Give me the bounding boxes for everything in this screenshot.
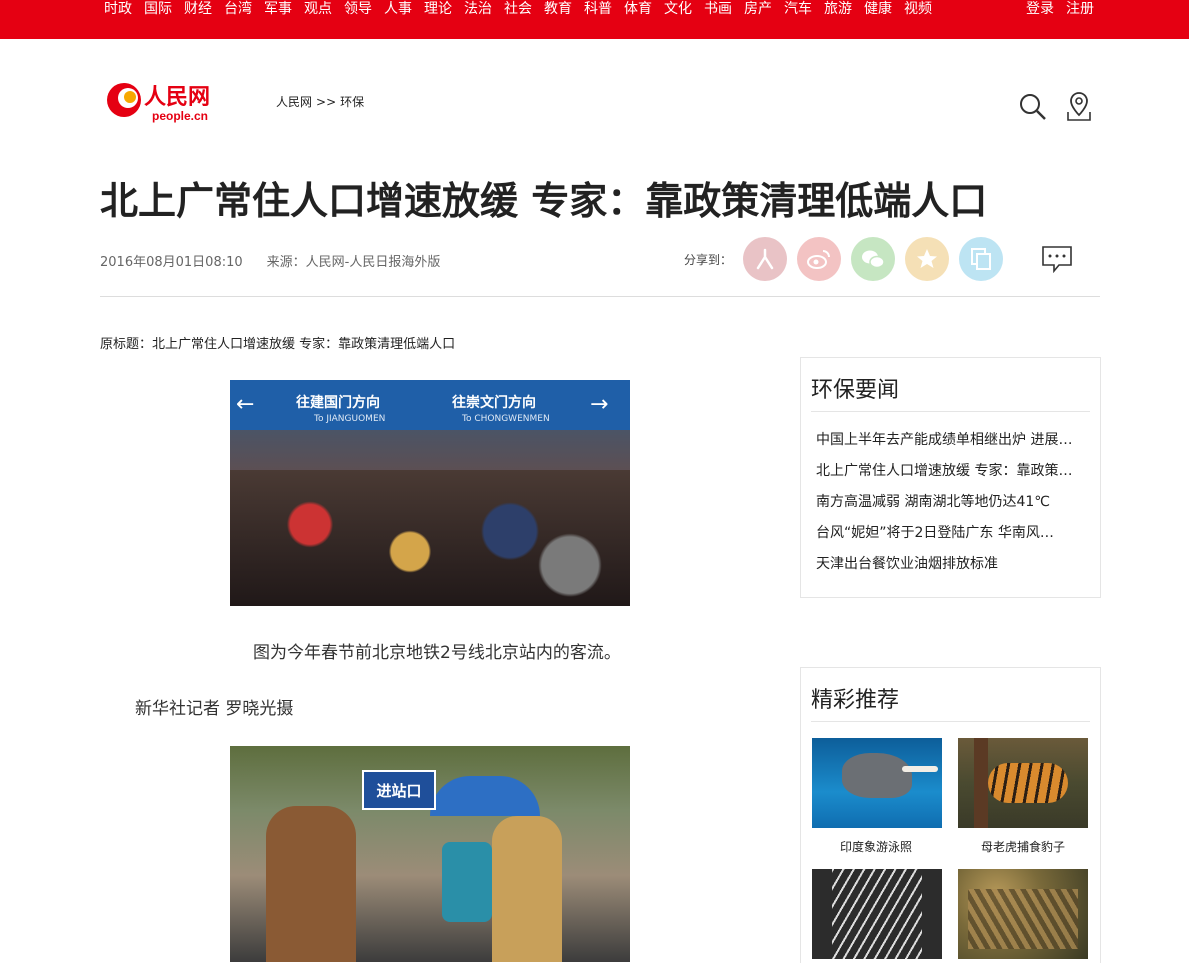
arrow-right-icon: → [590,392,609,417]
share-label: 分享到： [684,253,733,267]
station-entrance-photo: 进站口 [230,746,630,962]
top-nav-bar: 时政 国际 财经 台湾 军事 观点 领导 人事 理论 法治 社会 教育 科普 体育 文化 书画 房产 汽车 旅游 健康… [0,0,1189,39]
traveler-image [492,816,562,962]
nav-link-11[interactable]: 教育 [544,0,572,20]
pattern-image [968,889,1078,949]
subway-direction-sign: ← 往建国门方向 To JIANGUOMEN 往崇文门方向 To CHONGWE… [230,380,630,430]
nav-link-12[interactable]: 科普 [584,0,612,20]
tusk-image [902,766,938,772]
photo-caption: 图为今年春节前北京地铁2号线北京站内的客流。 [253,643,621,663]
nav-link-0[interactable]: 时政 [104,0,132,20]
nav-link-13[interactable]: 体育 [624,0,652,20]
login-link[interactable]: 登录 [1026,0,1054,18]
share-copy-icon[interactable] [959,237,1003,281]
register-link[interactable]: 注册 [1066,0,1094,18]
recommend-thumbnail[interactable] [958,869,1088,959]
nav-link-15[interactable]: 书画 [704,0,732,20]
nav-link-18[interactable]: 旅游 [824,0,852,20]
nav-link-5[interactable]: 观点 [304,0,332,20]
entrance-sign: 进站口 [362,770,436,810]
env-news-panel: 环保要闻 中国上半年去产能成绩单相继出炉 进展… 北上广常住人口增速放缓 专家：… [800,357,1101,598]
subway-crowd-photo: ← 往建国门方向 To JIANGUOMEN 往崇文门方向 To CHONGWE… [230,380,630,606]
sign-text-left-en: To JIANGUOMEN [314,414,386,424]
crowd-image [230,470,630,606]
nav-link-10[interactable]: 社会 [504,0,532,20]
nav-link-9[interactable]: 法治 [464,0,492,20]
nav-link-3[interactable]: 台湾 [224,0,252,20]
pattern-image [832,869,922,959]
panel-divider [811,721,1090,722]
location-icon[interactable] [1064,90,1094,122]
share-weibo-icon[interactable] [797,237,841,281]
sign-text-right-en: To CHONGWENMEN [462,414,550,424]
nav-link-17[interactable]: 汽车 [784,0,812,20]
thumbnail-caption[interactable]: 母老虎捕食豹子 [981,838,1065,855]
recommend-thumbnail[interactable] [812,869,942,959]
sign-text-left: 往建国门方向 [296,395,380,411]
share-people-icon[interactable] [743,237,787,281]
traveler-image [266,806,356,962]
panel-divider [811,411,1090,412]
svg-text:人民网: 人民网 [144,84,210,110]
news-link[interactable]: 天津出台餐饮业油烟排放标准 [816,554,1078,585]
nav-link-14[interactable]: 文化 [664,0,692,20]
news-link[interactable]: 南方高温减弱 湖南湖北等地仍达41℃ [816,492,1078,523]
umbrella-image [430,776,540,816]
recommend-panel: 精彩推荐 印度象游泳照 母老虎捕食豹子 [800,667,1101,963]
breadcrumb-home[interactable]: 人民网 [276,95,312,109]
thumbnail-caption[interactable]: 印度象游泳照 [840,838,912,855]
article-source: 来源：人民网-人民日报海外版 [266,255,441,270]
backpack-image [442,842,492,922]
share-wechat-icon[interactable] [851,237,895,281]
news-link[interactable]: 台风“妮妲”将于2日登陆广东 华南风… [816,523,1078,554]
breadcrumb-separator: >> [316,95,337,109]
article-title: 北上广常住人口增速放缓 专家：靠政策清理低端人口 [100,179,988,223]
original-title: 原标题：北上广常住人口增速放缓 专家：靠政策清理低端人口 [100,337,456,352]
elephant-thumbnail[interactable] [812,738,942,828]
photo-credit: 新华社记者 罗晓光摄 [135,699,294,719]
nav-link-7[interactable]: 人事 [384,0,412,20]
tiger-thumbnail[interactable] [958,738,1088,828]
search-icon[interactable] [1018,92,1048,122]
recommend-title: 精彩推荐 [811,688,900,713]
comment-icon[interactable] [1041,245,1073,274]
breadcrumb-channel[interactable]: 环保 [340,95,364,109]
news-link[interactable]: 北上广常住人口增速放缓 专家：靠政策… [816,461,1078,492]
people-cn-logo[interactable]: 人民网 people.cn [104,78,220,124]
channel-nav: 时政 国际 财经 台湾 军事 观点 领导 人事 理论 法治 社会 教育 科普 体育 文化 书画 房产 汽车 旅游 健康… [104,0,944,20]
header-divider [100,296,1100,297]
nav-link-4[interactable]: 军事 [264,0,292,20]
news-link[interactable]: 中国上半年去产能成绩单相继出炉 进展… [816,430,1078,461]
article-meta: 2016年08月01日08:10 来源：人民网-人民日报海外版 [100,251,440,270]
env-news-list: 中国上半年去产能成绩单相继出炉 进展… 北上广常住人口增速放缓 专家：靠政策… … [816,430,1078,585]
breadcrumb: 人民网 >> 环保 [276,93,368,110]
tiger-image [988,763,1068,803]
account-links: 登录 注册 [1014,0,1094,18]
svg-text:people.cn: people.cn [152,109,208,123]
arrow-left-icon: ← [236,392,255,417]
nav-link-1[interactable]: 国际 [144,0,172,20]
elephant-image [842,753,912,798]
nav-link-2[interactable]: 财经 [184,0,212,20]
publish-date: 2016年08月01日08:10 [100,255,243,270]
nav-link-6[interactable]: 领导 [344,0,372,20]
share-qzone-icon[interactable] [905,237,949,281]
tree-image [974,738,988,828]
nav-link-20[interactable]: 视频 [904,0,932,20]
nav-link-19[interactable]: 健康 [864,0,892,20]
nav-link-8[interactable]: 理论 [424,0,452,20]
env-news-title: 环保要闻 [811,378,900,403]
sign-text-right: 往崇文门方向 [452,395,536,411]
nav-link-16[interactable]: 房产 [744,0,772,20]
